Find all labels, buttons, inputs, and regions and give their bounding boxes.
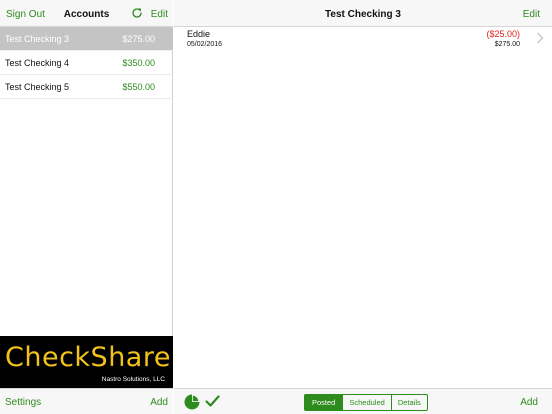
segment-scheduled[interactable]: Scheduled xyxy=(342,395,390,410)
sidebar-toolbar: Settings Add xyxy=(0,388,173,414)
account-name: Test Checking 4 xyxy=(5,58,70,68)
account-row-test-checking-5[interactable]: Test Checking 5 $550.00 xyxy=(0,75,173,99)
segment-details[interactable]: Details xyxy=(390,395,427,410)
transactions-toolbar: Posted Scheduled Details Add xyxy=(174,388,552,414)
transactions-navbar: Test Checking 3 Edit xyxy=(174,0,552,27)
account-name: Test Checking 3 xyxy=(5,34,70,44)
account-balance: $275.00 xyxy=(122,34,155,44)
settings-button[interactable]: Settings xyxy=(5,397,41,408)
refresh-icon[interactable] xyxy=(131,7,143,19)
accounts-edit-button[interactable]: Edit xyxy=(151,9,168,20)
account-balance: $350.00 xyxy=(122,58,155,68)
account-list: Test Checking 3 $275.00 Test Checking 4 … xyxy=(0,27,173,99)
account-row-test-checking-4[interactable]: Test Checking 4 $350.00 xyxy=(0,51,173,75)
transaction-running-balance: $275.00 xyxy=(494,41,520,48)
account-title: Test Checking 3 xyxy=(325,9,401,20)
add-account-button[interactable]: Add xyxy=(150,397,168,408)
transactions-panel: Test Checking 3 Edit Eddie 05/02/2016 ($… xyxy=(174,0,552,414)
account-name: Test Checking 5 xyxy=(5,82,70,92)
accounts-navbar: Sign Out Accounts Edit xyxy=(0,0,173,27)
transactions-edit-button[interactable]: Edit xyxy=(523,9,540,20)
segment-posted[interactable]: Posted xyxy=(305,395,343,410)
accounts-title: Accounts xyxy=(63,9,110,20)
transaction-date: 05/02/2016 xyxy=(187,41,223,48)
transaction-payee: Eddie xyxy=(187,29,211,39)
accounts-sidebar: Sign Out Accounts Edit Test Checking 3 $… xyxy=(0,0,173,414)
transaction-amount: ($25.00) xyxy=(486,29,520,39)
logo-brand-text: CheckShare xyxy=(5,342,171,373)
transaction-row[interactable]: Eddie 05/02/2016 ($25.00) $275.00 xyxy=(174,27,552,53)
view-segmented-control: Posted Scheduled Details xyxy=(304,394,428,411)
chevron-right-icon xyxy=(537,32,544,44)
checkmark-icon[interactable] xyxy=(205,394,220,408)
pie-chart-icon[interactable] xyxy=(184,394,200,410)
account-row-test-checking-3[interactable]: Test Checking 3 $275.00 xyxy=(0,27,173,51)
checkshare-logo: CheckShare Nastro Solutions, LLC xyxy=(0,336,173,388)
account-balance: $550.00 xyxy=(122,82,155,92)
logo-company-text: Nastro Solutions, LLC xyxy=(101,376,165,383)
add-transaction-button[interactable]: Add xyxy=(520,397,538,408)
